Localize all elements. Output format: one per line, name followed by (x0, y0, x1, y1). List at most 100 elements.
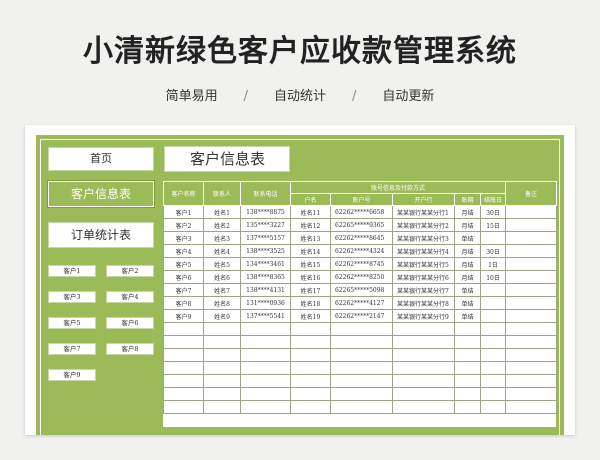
cell-account-no[interactable]: 62262*****8745 (330, 257, 393, 271)
cell-account-name[interactable]: 姓名19 (290, 309, 331, 323)
empty-cell[interactable] (163, 361, 204, 375)
empty-cell[interactable] (505, 400, 558, 414)
cell-account-name[interactable]: 姓名16 (290, 270, 331, 284)
cell-name[interactable]: 客户4 (163, 244, 204, 258)
empty-cell[interactable] (330, 335, 393, 349)
cell-bank[interactable]: 某某银行某某分行5 (392, 257, 455, 271)
empty-cell[interactable] (392, 387, 455, 401)
customer-1-button[interactable]: 客户1 (48, 265, 96, 277)
nav-customer-info-button[interactable]: 客户信息表 (47, 180, 155, 208)
cell-settle-day[interactable]: 30日 (479, 244, 507, 258)
cell-remark[interactable] (505, 257, 558, 271)
cell-terms[interactable]: 月结 (454, 218, 481, 232)
empty-cell[interactable] (505, 348, 558, 362)
empty-cell[interactable] (330, 322, 393, 336)
empty-cell[interactable] (454, 400, 481, 414)
cell-contact[interactable]: 姓名5 (203, 257, 241, 271)
customer-5-button[interactable]: 客户5 (48, 317, 96, 329)
empty-cell[interactable] (392, 400, 455, 414)
cell-contact[interactable]: 姓名8 (203, 296, 241, 310)
cell-phone[interactable]: 134****3461 (240, 257, 291, 271)
empty-cell[interactable] (290, 400, 331, 414)
cell-name[interactable]: 客户7 (163, 283, 204, 297)
cell-settle-day[interactable]: 10日 (479, 270, 507, 284)
cell-name[interactable]: 客户8 (163, 296, 204, 310)
cell-contact[interactable]: 姓名1 (203, 205, 241, 219)
empty-cell[interactable] (240, 348, 291, 362)
empty-cell[interactable] (454, 361, 481, 375)
cell-remark[interactable] (505, 296, 558, 310)
cell-phone[interactable]: 135****3227 (240, 218, 291, 232)
empty-cell[interactable] (479, 400, 507, 414)
cell-terms[interactable]: 月结 (454, 270, 481, 284)
cell-terms[interactable]: 月结 (454, 244, 481, 258)
empty-cell[interactable] (163, 348, 204, 362)
cell-phone[interactable]: 137****5157 (240, 231, 291, 245)
empty-cell[interactable] (240, 387, 291, 401)
empty-cell[interactable] (505, 335, 558, 349)
cell-bank[interactable]: 某某银行某某分行2 (392, 218, 455, 232)
cell-remark[interactable] (505, 231, 558, 245)
cell-contact[interactable]: 姓名4 (203, 244, 241, 258)
empty-cell[interactable] (479, 348, 507, 362)
cell-settle-day[interactable]: 30日 (479, 205, 507, 219)
cell-settle-day[interactable] (479, 283, 507, 297)
empty-cell[interactable] (505, 387, 558, 401)
empty-cell[interactable] (163, 400, 204, 414)
cell-settle-day[interactable]: 1日 (479, 257, 507, 271)
empty-cell[interactable] (479, 387, 507, 401)
cell-name[interactable]: 客户5 (163, 257, 204, 271)
empty-cell[interactable] (479, 374, 507, 388)
empty-cell[interactable] (330, 387, 393, 401)
empty-cell[interactable] (163, 335, 204, 349)
cell-terms[interactable]: 单结 (454, 231, 481, 245)
empty-cell[interactable] (330, 348, 393, 362)
empty-cell[interactable] (454, 387, 481, 401)
cell-terms[interactable]: 单结 (454, 309, 481, 323)
cell-phone[interactable]: 138****4131 (240, 283, 291, 297)
cell-account-no[interactable]: 62262*****2147 (330, 309, 393, 323)
cell-terms[interactable]: 月结 (454, 257, 481, 271)
empty-cell[interactable] (505, 322, 558, 336)
empty-cell[interactable] (240, 322, 291, 336)
cell-phone[interactable]: 137****5541 (240, 309, 291, 323)
cell-settle-day[interactable] (479, 309, 507, 323)
customer-2-button[interactable]: 客户2 (106, 265, 154, 277)
cell-contact[interactable]: 姓名9 (203, 309, 241, 323)
cell-settle-day[interactable]: 15日 (479, 218, 507, 232)
home-button[interactable]: 首页 (48, 147, 154, 171)
cell-account-name[interactable]: 姓名17 (290, 283, 331, 297)
cell-account-name[interactable]: 姓名18 (290, 296, 331, 310)
cell-terms[interactable]: 单结 (454, 283, 481, 297)
cell-settle-day[interactable] (479, 231, 507, 245)
cell-bank[interactable]: 某某银行某某分行1 (392, 205, 455, 219)
empty-cell[interactable] (392, 335, 455, 349)
cell-bank[interactable]: 某某银行某某分行6 (392, 270, 455, 284)
cell-bank[interactable]: 某某银行某某分行7 (392, 283, 455, 297)
cell-bank[interactable]: 某某银行某某分行8 (392, 296, 455, 310)
customer-4-button[interactable]: 客户4 (106, 291, 154, 303)
cell-bank[interactable]: 某某银行某某分行3 (392, 231, 455, 245)
empty-cell[interactable] (203, 348, 241, 362)
cell-name[interactable]: 客户9 (163, 309, 204, 323)
empty-cell[interactable] (290, 361, 331, 375)
customer-6-button[interactable]: 客户6 (106, 317, 154, 329)
empty-cell[interactable] (203, 361, 241, 375)
empty-cell[interactable] (240, 335, 291, 349)
empty-cell[interactable] (240, 361, 291, 375)
empty-cell[interactable] (203, 387, 241, 401)
empty-cell[interactable] (392, 348, 455, 362)
empty-cell[interactable] (479, 322, 507, 336)
empty-cell[interactable] (505, 374, 558, 388)
cell-remark[interactable] (505, 244, 558, 258)
cell-bank[interactable]: 某某银行某某分行9 (392, 309, 455, 323)
cell-account-no[interactable]: 62265*****9365 (330, 218, 393, 232)
cell-account-name[interactable]: 姓名11 (290, 205, 331, 219)
cell-phone[interactable]: 131****0936 (240, 296, 291, 310)
cell-account-name[interactable]: 姓名14 (290, 244, 331, 258)
empty-cell[interactable] (290, 348, 331, 362)
empty-cell[interactable] (392, 361, 455, 375)
empty-cell[interactable] (240, 374, 291, 388)
cell-remark[interactable] (505, 205, 558, 219)
cell-contact[interactable]: 姓名3 (203, 231, 241, 245)
